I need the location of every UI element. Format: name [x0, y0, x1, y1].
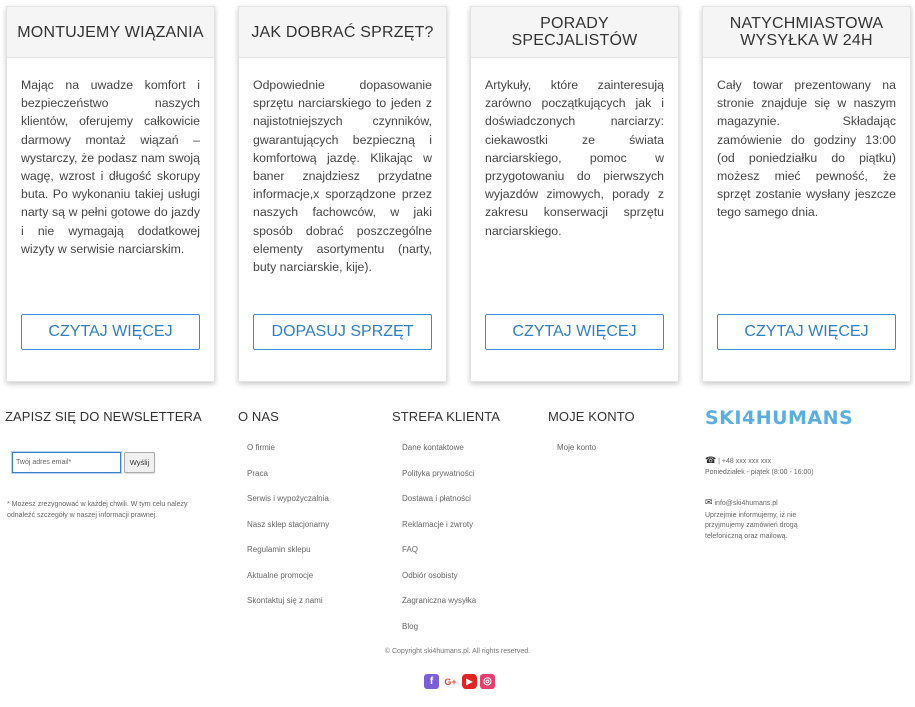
- footer-link[interactable]: Regulamin sklepu: [247, 545, 329, 571]
- brand-logo[interactable]: SKI4HUMANS: [705, 407, 853, 429]
- match-equipment-button[interactable]: DOPASUJ SPRZĘT: [253, 314, 432, 350]
- feature-cards: MONTUJEMY WIĄZANIA Mając na uwadze komfo…: [6, 6, 911, 382]
- account-links: Moje konto: [557, 443, 635, 469]
- read-more-button[interactable]: CZYTAJ WIĘCEJ: [717, 314, 896, 350]
- client-zone-title: STREFA KLIENTA: [392, 409, 501, 424]
- footer-link[interactable]: Polityka prywatności: [402, 469, 500, 495]
- card-shipping: NATYCHMIASTOWA WYSYŁKA W 24H Cały towar …: [702, 6, 911, 382]
- client-zone-links: Dane kontaktowe Polityka prywatności Dos…: [402, 443, 500, 647]
- card-text: Cały towar prezentowany na stronie znajd…: [717, 78, 896, 220]
- footer-link[interactable]: Reklamacje i zwroty: [402, 520, 500, 546]
- newsletter-submit-button[interactable]: Wyślij: [124, 452, 155, 473]
- footer-link[interactable]: Dostawa i płatności: [402, 494, 500, 520]
- newsletter-note: * Możesz zrezygnować w każdej chwili. W …: [7, 501, 188, 519]
- footer-link[interactable]: Blog: [402, 622, 500, 648]
- footer-link[interactable]: Zagraniczna wysyłka: [402, 596, 500, 622]
- card-title: PORADY SPECJALISTÓW: [471, 7, 678, 58]
- copyright-text: © Copyright ski4humans.pl. All rights re…: [384, 648, 531, 655]
- card-equipment: JAK DOBRAĆ SPRZĘT? Odpowiednie dopasowan…: [238, 6, 447, 382]
- footer-link[interactable]: O firmie: [247, 443, 329, 469]
- phone-number: | +48 xxx xxx xxx: [718, 458, 772, 465]
- google-plus-icon[interactable]: G+: [442, 674, 459, 689]
- newsletter-title: ZAPISZ SIĘ DO NEWSLETTERA: [5, 409, 202, 424]
- footer-link[interactable]: Serwis i wypożyczalnia: [247, 494, 329, 520]
- read-more-button[interactable]: CZYTAJ WIĘCEJ: [485, 314, 664, 350]
- card-text: Mając na uwadze komfort i bezpieczeństwo…: [21, 78, 200, 256]
- footer-link[interactable]: Dane kontaktowe: [402, 443, 500, 469]
- contact-section: ☎ | +48 xxx xxx xxx Poniedziałek - piąte…: [705, 455, 835, 542]
- card-bindings: MONTUJEMY WIĄZANIA Mając na uwadze komfo…: [6, 6, 215, 382]
- email-note: Uprzejmie informujemy, iż nie przyjmujem…: [705, 511, 798, 540]
- about-section: O NAS O firmie Praca Serwis i wypożyczal…: [238, 409, 329, 622]
- phone-icon: ☎: [705, 455, 717, 465]
- instagram-icon[interactable]: ◎: [480, 674, 495, 689]
- card-title: MONTUJEMY WIĄZANIA: [7, 7, 214, 58]
- footer-link[interactable]: Nasz sklep stacjonarny: [247, 520, 329, 546]
- phone-line: ☎ | +48 xxx xxx xxx: [705, 455, 835, 468]
- email-address[interactable]: info@ski4humans.pl: [715, 500, 778, 507]
- footer-link[interactable]: Odbiór osobisty: [402, 571, 500, 597]
- youtube-icon[interactable]: ▶: [462, 674, 477, 689]
- opening-hours: Poniedziałek - piątek (8:00 - 16:00): [705, 468, 814, 476]
- about-links: O firmie Praca Serwis i wypożyczalnia Na…: [247, 443, 329, 622]
- client-zone-section: STREFA KLIENTA Dane kontaktowe Polityka …: [392, 409, 500, 647]
- newsletter-email-input[interactable]: Twój adres email*: [12, 452, 121, 473]
- email-line: ✉ info@ski4humans.pl: [705, 497, 835, 510]
- about-title: O NAS: [238, 409, 279, 424]
- card-advice: PORADY SPECJALISTÓW Artykuły, które zain…: [470, 6, 679, 382]
- card-text: Artykuły, które zainteresują zarówno poc…: [485, 78, 664, 238]
- footer-link[interactable]: Skontaktuj się z nami: [247, 596, 329, 622]
- card-title: NATYCHMIASTOWA WYSYŁKA W 24H: [703, 7, 910, 58]
- footer-link[interactable]: FAQ: [402, 545, 500, 571]
- footer-link[interactable]: Praca: [247, 469, 329, 495]
- account-title: MOJE KONTO: [548, 409, 635, 424]
- footer-link[interactable]: Moje konto: [557, 443, 635, 469]
- facebook-icon[interactable]: f: [424, 674, 439, 689]
- social-links: f G+ ▶ ◎: [424, 674, 495, 689]
- envelope-icon: ✉: [705, 497, 713, 507]
- footer-link[interactable]: Aktualne promocje: [247, 571, 329, 597]
- card-title: JAK DOBRAĆ SPRZĘT?: [239, 7, 446, 58]
- account-section: MOJE KONTO Moje konto: [548, 409, 635, 469]
- newsletter-section: ZAPISZ SIĘ DO NEWSLETTERA: [5, 409, 202, 424]
- card-text: Odpowiednie dopasowanie sprzętu narciars…: [253, 78, 432, 275]
- read-more-button[interactable]: CZYTAJ WIĘCEJ: [21, 314, 200, 350]
